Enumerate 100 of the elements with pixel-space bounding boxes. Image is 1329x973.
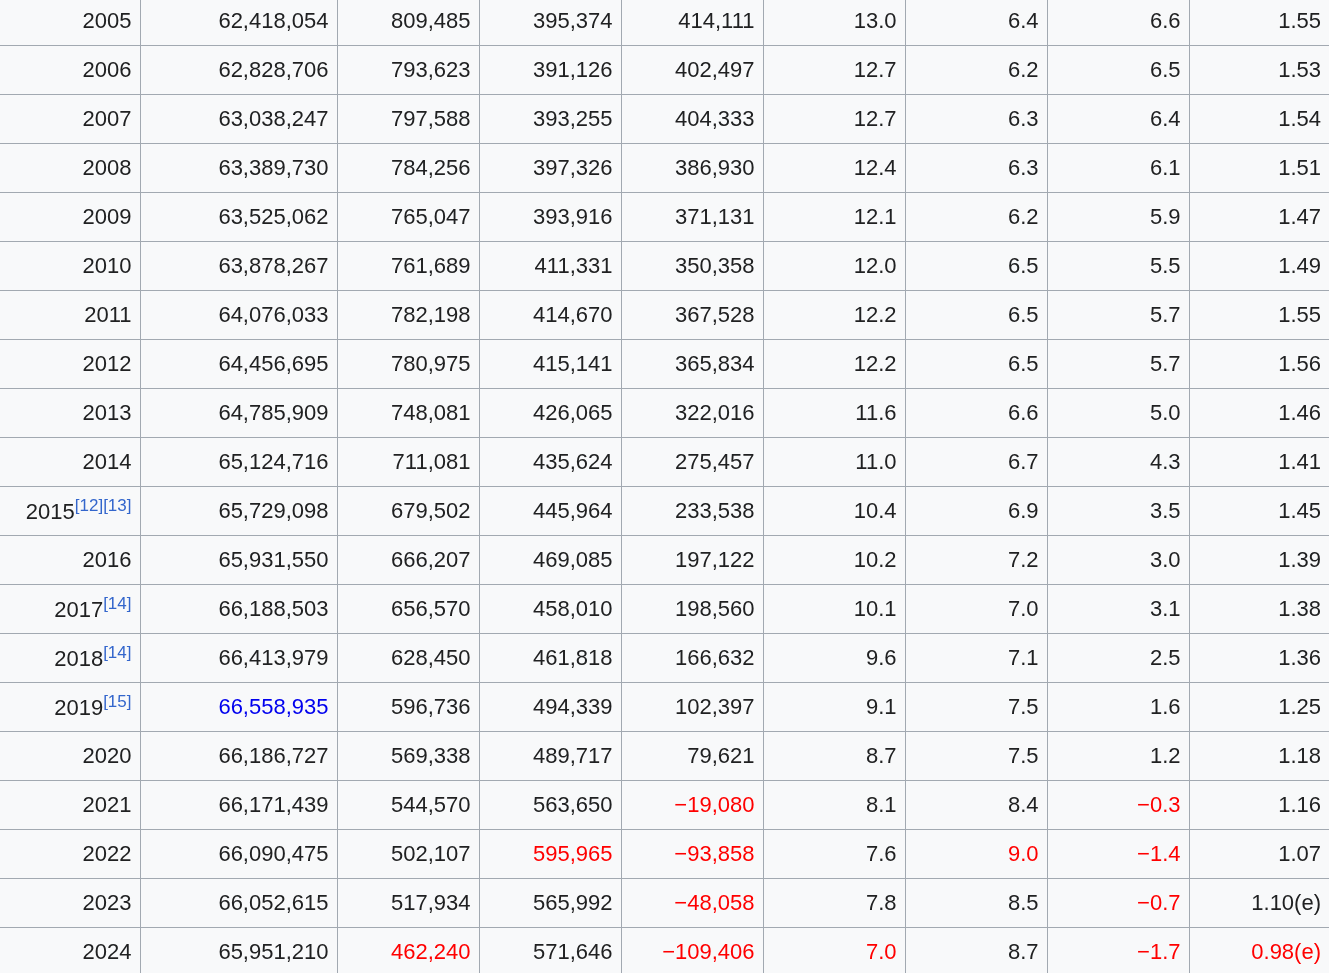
table-cell: 7.6 — [763, 829, 905, 879]
table-cell: 6.4 — [1047, 94, 1189, 144]
table-cell: 275,457 — [621, 437, 763, 487]
table-cell: 62,418,054 — [140, 0, 337, 46]
table-cell: 66,090,475 — [140, 829, 337, 879]
table-cell: 1.07 — [1189, 829, 1329, 879]
reference-link[interactable]: [14] — [103, 593, 132, 613]
reference-link[interactable]: [15] — [103, 691, 132, 711]
table-cell: 8.4 — [905, 780, 1047, 830]
table-cell: 10.4 — [763, 486, 905, 536]
table-cell: 63,525,062 — [140, 192, 337, 242]
table-cell: 198,560 — [621, 584, 763, 634]
table-cell: 6.6 — [905, 388, 1047, 438]
table-cell: 166,632 — [621, 633, 763, 683]
year-text: 2019 — [54, 695, 104, 721]
reference-link[interactable]: [12] — [74, 495, 104, 515]
table-cell: 1.55 — [1189, 290, 1329, 340]
year-text: 2023 — [82, 890, 132, 915]
table-cell: 502,107 — [337, 829, 479, 879]
table-cell: 6.5 — [905, 241, 1047, 291]
table-cell: 458,010 — [479, 584, 621, 634]
table-cell: 426,065 — [479, 388, 621, 438]
table-cell: 3.5 — [1047, 486, 1189, 536]
table-cell: 12.1 — [763, 192, 905, 242]
table-cell: 10.2 — [763, 535, 905, 585]
table-cell: 10.1 — [763, 584, 905, 634]
year-text: 2009 — [82, 204, 132, 229]
year-text: 2015 — [25, 499, 75, 525]
table-cell: 1.47 — [1189, 192, 1329, 242]
table-cell: 6.2 — [905, 192, 1047, 242]
table-cell: 402,497 — [621, 45, 763, 95]
table-cell: 102,397 — [621, 682, 763, 732]
reference-link[interactable]: [14] — [103, 642, 132, 662]
table-cell: 397,326 — [479, 143, 621, 193]
table-cell: 1.51 — [1189, 143, 1329, 193]
table-cell: 350,358 — [621, 241, 763, 291]
table-cell: 6.3 — [905, 143, 1047, 193]
year-text: 2013 — [82, 400, 132, 425]
table-cell: 6.1 — [1047, 143, 1189, 193]
table-cell: 391,126 — [479, 45, 621, 95]
table-cell: 63,389,730 — [140, 143, 337, 193]
year-text: 2014 — [82, 449, 132, 474]
table-cell: 489,717 — [479, 731, 621, 781]
table-cell: 6.5 — [905, 339, 1047, 389]
table-cell: 66,413,979 — [140, 633, 337, 683]
table-cell: 2.5 — [1047, 633, 1189, 683]
table-cell: 415,141 — [479, 339, 621, 389]
table-cell: 5.0 — [1047, 388, 1189, 438]
table-cell: 8.7 — [763, 731, 905, 781]
table-cell: 1.55 — [1189, 0, 1329, 46]
table-cell: 765,047 — [337, 192, 479, 242]
table-cell: 13.0 — [763, 0, 905, 46]
table-cell: 1.45 — [1189, 486, 1329, 536]
table-cell: 365,834 — [621, 339, 763, 389]
table-cell: 8.1 — [763, 780, 905, 830]
table-cell: 11.0 — [763, 437, 905, 487]
table-cell: 12.2 — [763, 290, 905, 340]
table-cell: 784,256 — [337, 143, 479, 193]
table-cell: 1.10(e) — [1189, 878, 1329, 928]
table-cell: −0.7 — [1047, 878, 1189, 928]
table-cell: 393,916 — [479, 192, 621, 242]
table-cell: 0.98(e) — [1189, 927, 1329, 973]
table-cell: 7.5 — [905, 682, 1047, 732]
table-cell: 6.7 — [905, 437, 1047, 487]
table-cell: 6.6 — [1047, 0, 1189, 46]
table-cell: 565,992 — [479, 878, 621, 928]
table-cell: 628,450 — [337, 633, 479, 683]
table-cell: 679,502 — [337, 486, 479, 536]
table-cell: 7.8 — [763, 878, 905, 928]
table-cell: 809,485 — [337, 0, 479, 46]
table-cell: 12.2 — [763, 339, 905, 389]
year-text: 2017 — [54, 597, 104, 623]
year-text: 2018 — [54, 646, 104, 672]
year-text: 2007 — [82, 106, 132, 131]
year-text: 2005 — [82, 8, 132, 33]
table-cell: 4.3 — [1047, 437, 1189, 487]
table-cell: 1.39 — [1189, 535, 1329, 585]
table-cell: 461,818 — [479, 633, 621, 683]
table-cell: 197,122 — [621, 535, 763, 585]
table-cell: 445,964 — [479, 486, 621, 536]
table-cell: 544,570 — [337, 780, 479, 830]
table-cell: 656,570 — [337, 584, 479, 634]
table-cell: 1.53 — [1189, 45, 1329, 95]
table-cell: −0.3 — [1047, 780, 1189, 830]
table-cell: 63,878,267 — [140, 241, 337, 291]
table-cell: 12.0 — [763, 241, 905, 291]
reference-link[interactable]: [13] — [103, 495, 132, 515]
table-cell: 12.7 — [763, 45, 905, 95]
table-cell: 797,588 — [337, 94, 479, 144]
table-cell: 5.7 — [1047, 290, 1189, 340]
table-cell: −48,058 — [621, 878, 763, 928]
table-cell: 1.16 — [1189, 780, 1329, 830]
table-cell: 595,965 — [479, 829, 621, 879]
year-text: 2022 — [82, 841, 132, 866]
table-cell: 64,785,909 — [140, 388, 337, 438]
table-cell: 411,331 — [479, 241, 621, 291]
table-cell: 386,930 — [621, 143, 763, 193]
table-cell: 414,670 — [479, 290, 621, 340]
table-cell: 7.0 — [905, 584, 1047, 634]
table-cell: 66,171,439 — [140, 780, 337, 830]
